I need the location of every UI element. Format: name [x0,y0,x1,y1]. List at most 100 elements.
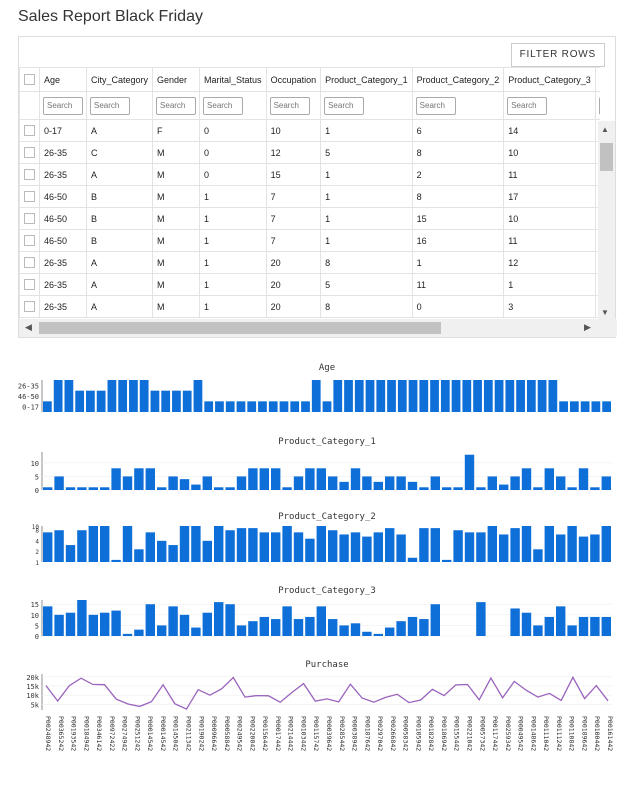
column-filter-cell [152,91,201,120]
table-row[interactable]: 46-50BM1711510P0034614158542 [19,207,600,230]
age-bar [344,380,353,412]
table-row[interactable]: 46-50BM1711611P0097242156862 [19,229,600,252]
row-select-cell[interactable] [19,251,40,274]
table-cell: A [85,119,154,142]
table-cell: 16 [411,229,505,252]
column-search-input[interactable] [43,96,83,115]
age-bar [215,401,224,412]
column-header[interactable]: Product_Category_2 [411,67,505,92]
category-bar [225,487,235,490]
column-header[interactable]: Gender [152,67,201,92]
column-header[interactable]: Marital_Status [199,67,267,92]
category-bar [122,526,133,562]
category-bar [248,621,258,636]
y-tick-label: 5k [31,701,40,709]
column-search-input[interactable] [203,96,244,115]
table-row[interactable]: 26-35AM120803P000145439571 [19,295,600,318]
column-search-input[interactable] [415,96,456,115]
column-header[interactable]: Product_ID [594,67,600,92]
category-bar [145,604,155,636]
category-bar [259,616,269,636]
category-bar [567,526,577,562]
age-bar [193,380,203,412]
row-checkbox[interactable] [24,191,35,203]
age-bar [204,401,214,412]
category-bar [521,526,532,562]
column-search-input[interactable] [507,96,548,115]
horizontal-scroll-thumb[interactable] [39,322,441,334]
category-bar [407,557,418,562]
table-row[interactable]: 26-35AM1205111P002512452541 [19,273,600,296]
table-cell: 10 [503,207,596,230]
table-row[interactable]: 26-35AM1208112P002749478711 [19,251,600,274]
row-checkbox[interactable] [24,125,35,137]
category-bar [533,487,543,490]
select-all-cell[interactable] [19,67,40,92]
vertical-scroll-thumb[interactable] [600,143,613,171]
row-checkbox[interactable] [24,169,35,181]
x-tick-label: P00365242 [57,716,65,751]
table-row[interactable]: 26-35AM0151211P0019354152273 [19,163,600,186]
scroll-up-icon[interactable]: ▲ [601,125,609,134]
row-select-cell[interactable] [19,229,40,252]
column-header[interactable]: Age [39,67,87,92]
column-filter-cell [85,91,154,120]
column-header[interactable]: Occupation [265,67,322,92]
select-all-checkbox[interactable] [24,74,35,86]
x-tick-label: P00220042 [248,716,256,751]
category-bar [236,625,247,636]
x-tick-label: P00285442 [338,716,346,751]
row-select-cell[interactable] [19,207,40,230]
column-header[interactable]: City_Category [85,67,154,92]
category-bar [305,616,315,636]
table-row[interactable]: 26-35CM0125810P003652468652 [19,141,600,164]
table-cell: 0 [199,163,267,186]
table-cell: 12 [265,141,322,164]
table-cell: 5 [320,141,413,164]
column-search-input[interactable] [269,96,310,115]
grid-table: Age City_Category Gender Marital_Status Occu… [19,67,600,318]
row-select-cell[interactable] [19,141,40,164]
table-cell: M [152,229,201,252]
age-bar [290,401,300,412]
row-checkbox[interactable] [24,257,35,269]
filter-rows-button[interactable]: FILTER ROWS [510,43,605,67]
category-bar [567,625,577,636]
column-search-input[interactable] [90,96,130,115]
table-row[interactable]: 46-50BM171817P0018494192152 [19,185,600,208]
chart-title: Purchase [305,660,348,670]
row-select-cell[interactable] [19,295,40,318]
column-search-input[interactable] [156,96,197,115]
row-checkbox[interactable] [24,235,35,247]
vertical-scrollbar[interactable]: ▲ ▼ [598,121,615,321]
column-search-input[interactable] [598,96,600,115]
scroll-left-icon[interactable]: ◀ [25,322,32,333]
x-tick-label: P00972422 [108,716,116,751]
row-checkbox[interactable] [24,147,35,159]
table-row[interactable]: 0-17AF0101614P0024894152002 [19,119,600,142]
scroll-down-icon[interactable]: ▼ [601,308,609,317]
category-bar [499,484,509,490]
table-cell: 15 [265,163,322,186]
category-bar [316,606,326,636]
row-checkbox[interactable] [24,213,35,225]
table-cell: C [85,141,154,164]
row-select-cell[interactable] [19,185,40,208]
row-checkbox[interactable] [24,279,35,291]
column-header[interactable]: Product_Category_3 [503,67,596,92]
age-bar [387,380,396,412]
column-filter-cell [265,91,322,120]
horizontal-scrollbar[interactable]: ◀ ▶ [19,319,617,337]
scroll-right-icon[interactable]: ▶ [584,322,591,333]
table-cell: 7 [265,185,322,208]
row-select-cell[interactable] [19,273,40,296]
row-select-cell[interactable] [19,119,40,142]
category-bar [385,528,395,562]
category-bar [453,530,463,562]
age-bar [75,390,85,412]
column-search-input[interactable] [324,96,365,115]
row-select-cell[interactable] [19,163,40,186]
table-cell: 26-35 [39,273,87,296]
row-checkbox[interactable] [24,301,35,313]
column-header[interactable]: Product_Category_1 [320,67,413,92]
